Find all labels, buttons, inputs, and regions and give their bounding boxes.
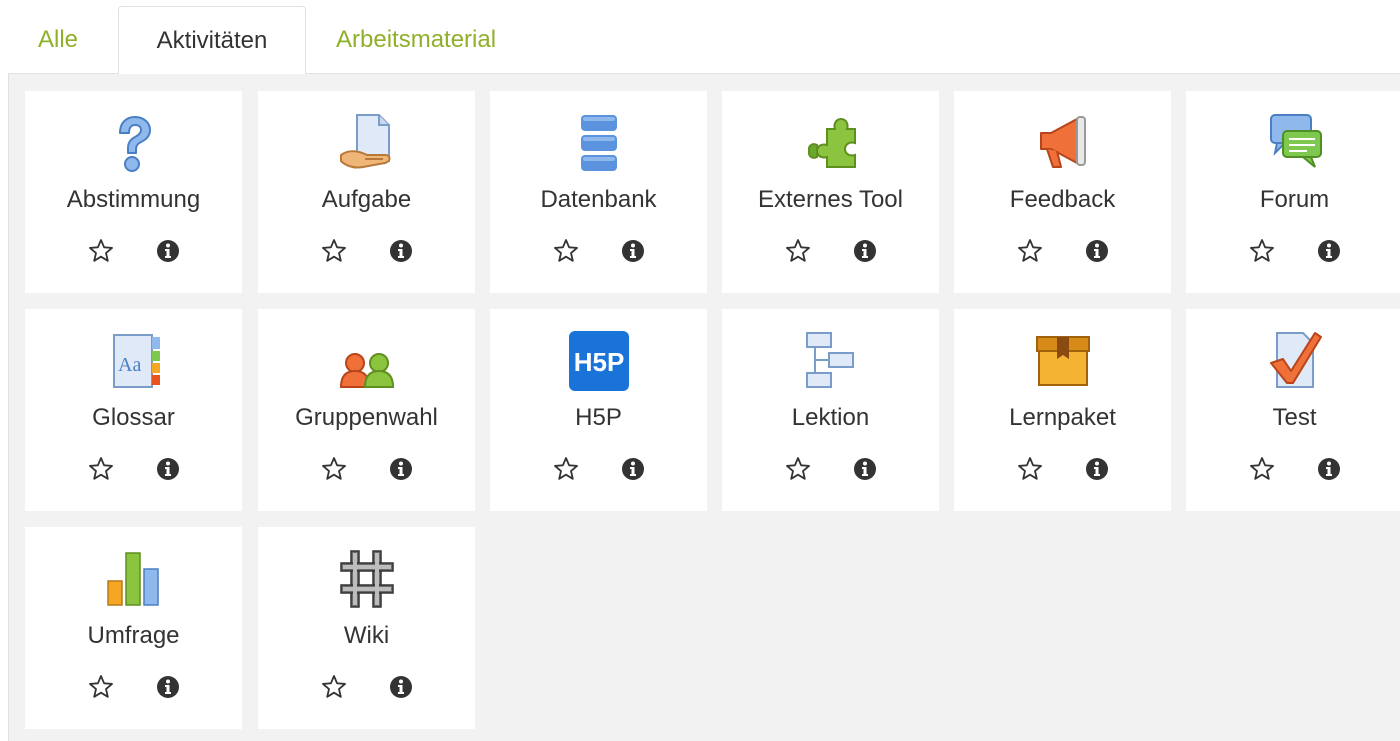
activity-card-lernpaket[interactable]: Lernpaket: [954, 309, 1171, 511]
info-icon[interactable]: [387, 455, 415, 483]
activity-card-abstimmung[interactable]: Abstimmung: [25, 91, 242, 293]
activity-card-externes-tool[interactable]: Externes Tool: [722, 91, 939, 293]
info-icon[interactable]: [154, 237, 182, 265]
info-icon[interactable]: [851, 455, 879, 483]
star-icon[interactable]: [320, 237, 348, 265]
activity-grid: Abstimmung Aufgabe Datenbank Externes To…: [8, 74, 1400, 741]
h5p-icon: H5P: [567, 329, 631, 393]
activity-label: Test: [1272, 404, 1317, 431]
activity-label: Wiki: [343, 622, 390, 649]
star-icon[interactable]: [320, 455, 348, 483]
activity-card-feedback[interactable]: Feedback: [954, 91, 1171, 293]
activity-card-gruppenwahl[interactable]: Gruppenwahl: [258, 309, 475, 511]
info-icon[interactable]: [154, 455, 182, 483]
assignment-icon: [335, 111, 399, 175]
star-icon[interactable]: [784, 237, 812, 265]
tab-arbeitsmaterial[interactable]: Arbeitsmaterial: [336, 0, 496, 74]
tab-bar: Alle Aktivitäten Arbeitsmaterial: [0, 0, 1400, 75]
svg-text:H5P: H5P: [573, 347, 624, 377]
activity-label: Gruppenwahl: [295, 404, 438, 431]
star-icon[interactable]: [87, 237, 115, 265]
survey-icon: [102, 547, 166, 611]
puzzle-icon: [799, 111, 863, 175]
star-icon[interactable]: [87, 673, 115, 701]
info-icon[interactable]: [1315, 237, 1343, 265]
wiki-icon: [335, 547, 399, 611]
glossary-icon: Aa: [102, 329, 166, 393]
activity-card-umfrage[interactable]: Umfrage: [25, 527, 242, 729]
activity-label: Umfrage: [87, 622, 180, 649]
activity-card-lektion[interactable]: Lektion: [722, 309, 939, 511]
star-icon[interactable]: [1248, 455, 1276, 483]
activity-card-forum[interactable]: Forum: [1186, 91, 1400, 293]
star-icon[interactable]: [1248, 237, 1276, 265]
info-icon[interactable]: [154, 673, 182, 701]
info-icon[interactable]: [387, 673, 415, 701]
activity-label: Abstimmung: [66, 186, 201, 213]
info-icon[interactable]: [387, 237, 415, 265]
database-icon: [567, 111, 631, 175]
info-icon[interactable]: [619, 455, 647, 483]
activity-card-datenbank[interactable]: Datenbank: [490, 91, 707, 293]
activity-card-h5p[interactable]: H5P H5P: [490, 309, 707, 511]
star-icon[interactable]: [552, 455, 580, 483]
activity-label: Aufgabe: [321, 186, 412, 213]
megaphone-icon: [1031, 111, 1095, 175]
tab-aktivitaeten[interactable]: Aktivitäten: [118, 6, 306, 75]
activity-label: Lektion: [791, 404, 870, 431]
question-icon: [102, 111, 166, 175]
info-icon[interactable]: [619, 237, 647, 265]
star-icon[interactable]: [784, 455, 812, 483]
group-icon: [335, 329, 399, 393]
svg-text:Aa: Aa: [118, 354, 141, 376]
activity-card-aufgabe[interactable]: Aufgabe: [258, 91, 475, 293]
activity-card-glossar[interactable]: Aa Glossar: [25, 309, 242, 511]
info-icon[interactable]: [1083, 455, 1111, 483]
star-icon[interactable]: [1016, 237, 1044, 265]
activity-card-test[interactable]: Test: [1186, 309, 1400, 511]
star-icon[interactable]: [320, 673, 348, 701]
activity-label: Glossar: [92, 404, 175, 431]
info-icon[interactable]: [851, 237, 879, 265]
star-icon[interactable]: [552, 237, 580, 265]
forum-icon: [1263, 111, 1327, 175]
activity-label: Forum: [1259, 186, 1330, 213]
activity-label: Feedback: [1009, 186, 1116, 213]
activity-card-wiki[interactable]: Wiki: [258, 527, 475, 729]
activity-label: H5P: [575, 404, 622, 431]
activity-label: Datenbank: [540, 186, 657, 213]
package-icon: [1031, 329, 1095, 393]
star-icon[interactable]: [87, 455, 115, 483]
info-icon[interactable]: [1315, 455, 1343, 483]
tab-alle[interactable]: Alle: [38, 0, 78, 74]
activity-label: Lernpaket: [1009, 404, 1116, 431]
quiz-icon: [1263, 329, 1327, 393]
activity-label: Externes Tool: [758, 186, 903, 213]
lesson-icon: [799, 329, 863, 393]
star-icon[interactable]: [1016, 455, 1044, 483]
info-icon[interactable]: [1083, 237, 1111, 265]
